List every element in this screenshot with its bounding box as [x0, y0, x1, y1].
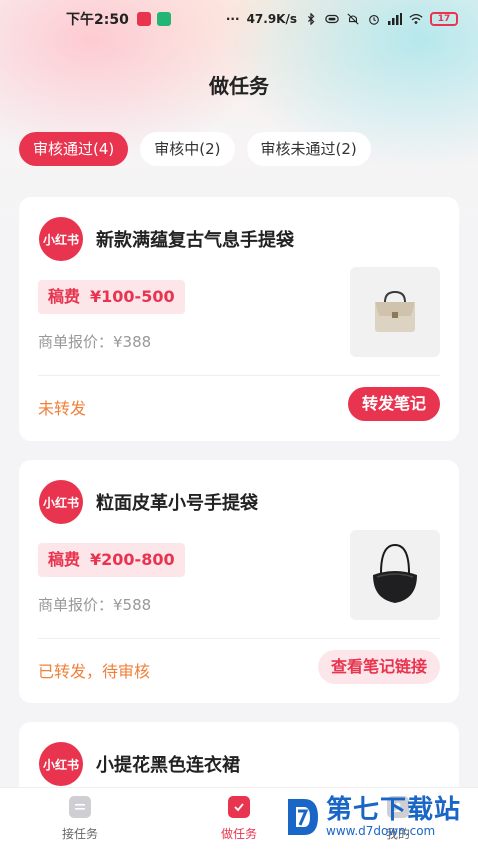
task-title: 新款满蕴复古气息手提袋 — [96, 230, 294, 251]
task-card[interactable]: 小红书 粒面皮革小号手提袋 稿费 ¥200-800 商单报价：¥588 已转发，待… — [19, 460, 459, 703]
watermark-title: 第七下载站 — [326, 795, 462, 825]
tiktok-icon — [136, 12, 151, 26]
fee-label: 稿费 — [48, 550, 81, 569]
filter-rejected[interactable]: 审核未通过(2) — [246, 132, 371, 166]
site-watermark: 第七下载站 www.d7down.com — [284, 795, 461, 839]
forward-note-button[interactable]: 转发笔记 — [347, 387, 440, 421]
task-list-icon — [69, 796, 91, 818]
tab-do-task[interactable]: 做任务 — [199, 796, 279, 842]
tab-receive-task[interactable]: 接任务 — [40, 796, 120, 842]
divider — [38, 638, 440, 639]
watermark-url: www.d7down.com — [326, 824, 436, 838]
bluetooth-icon — [308, 13, 315, 25]
fee-range: ¥100-500 — [90, 287, 175, 306]
watermark-text: 第七下载站 www.d7down.com — [326, 796, 461, 838]
page-title: 做任务 — [209, 74, 269, 98]
quote-price: 商单报价：¥588 — [38, 596, 152, 614]
xiaohongshu-logo: 小红书 — [39, 217, 83, 261]
status-time: 下午2:50 — [66, 12, 129, 28]
task-status: 已转发，待审核 — [38, 662, 151, 681]
view-note-link-button[interactable]: 查看笔记链接 — [317, 650, 440, 684]
card-header: 小红书 小提花黑色连衣裙 — [39, 742, 240, 786]
divider — [38, 375, 440, 376]
network-speed: 47.9K/s — [246, 12, 297, 26]
filter-approved[interactable]: 审核通过(4) — [19, 132, 129, 166]
beige-handbag-image — [375, 290, 415, 332]
task-title: 小提花黑色连衣裙 — [96, 755, 240, 776]
filter-tabs: 审核通过(4) 审核中(2) 审核未通过(2) — [19, 132, 371, 166]
fee-tag: 稿费 ¥100-500 — [38, 280, 185, 314]
quote-price: 商单报价：¥388 — [38, 333, 152, 351]
alarm-icon — [369, 15, 379, 25]
black-handbag-image — [373, 543, 417, 603]
product-thumbnail — [350, 267, 440, 357]
wifi-icon — [409, 13, 423, 24]
signal-icon — [388, 13, 402, 25]
filter-reviewing[interactable]: 审核中(2) — [140, 132, 235, 166]
task-status: 未转发 — [38, 399, 87, 418]
mute-icon — [347, 13, 359, 25]
app-icon — [156, 12, 171, 26]
fee-range: ¥200-800 — [90, 550, 175, 569]
fee-tag: 稿费 ¥200-800 — [38, 543, 185, 577]
product-thumbnail — [350, 530, 440, 620]
battery-icon: 17 — [430, 12, 458, 26]
d7-logo-icon — [288, 799, 318, 835]
status-dots: ··· — [225, 12, 240, 26]
fee-label: 稿费 — [48, 287, 81, 306]
tab-label: 接任务 — [61, 827, 98, 841]
task-check-icon — [228, 796, 250, 818]
xiaohongshu-logo: 小红书 — [39, 480, 83, 524]
vibrate-icon — [325, 14, 339, 24]
task-title: 粒面皮革小号手提袋 — [96, 493, 258, 514]
card-header: 小红书 粒面皮革小号手提袋 — [39, 480, 258, 524]
card-header: 小红书 新款满蕴复古气息手提袋 — [39, 217, 294, 261]
status-right: ··· 47.9K/s 17 — [226, 12, 458, 26]
tab-label: 做任务 — [220, 827, 257, 841]
task-card[interactable]: 小红书 新款满蕴复古气息手提袋 稿费 ¥100-500 商单报价：¥388 未转发… — [19, 197, 459, 441]
xiaohongshu-logo: 小红书 — [39, 742, 83, 786]
status-bar: 下午2:50 ··· 47.9K/s 17 — [0, 0, 478, 38]
